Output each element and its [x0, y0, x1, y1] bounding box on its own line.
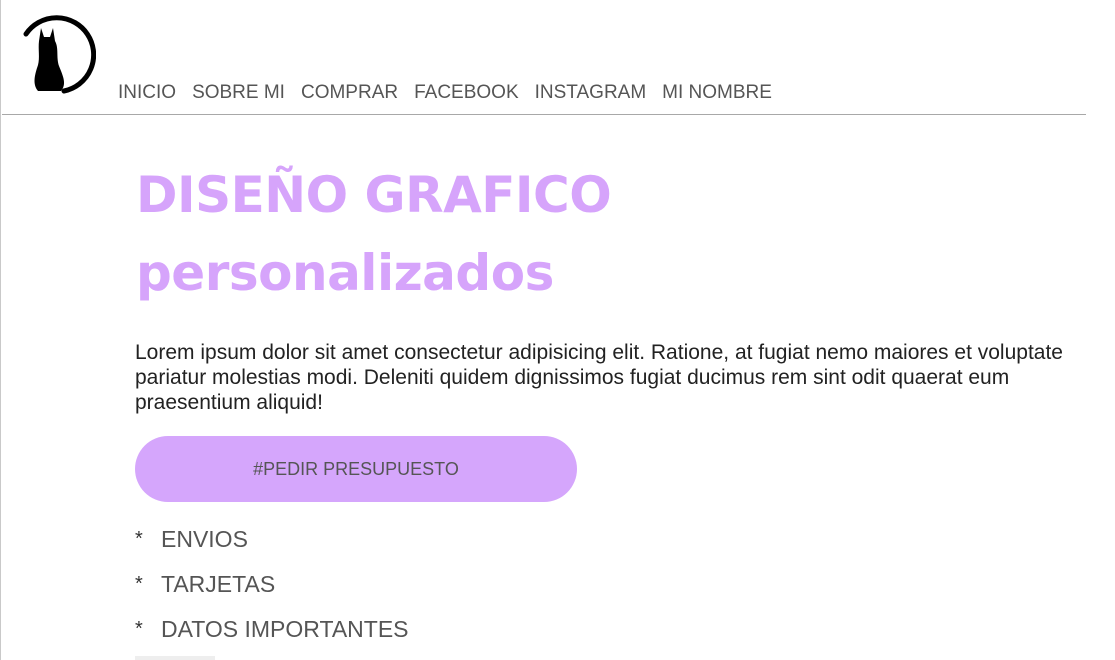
nav-link-sobre-mi[interactable]: SOBRE MI [192, 82, 285, 104]
nav-link-facebook[interactable]: FACEBOOK [414, 82, 519, 104]
request-quote-button[interactable]: #PEDIR PRESUPUESTO [135, 436, 577, 502]
hero-description: Lorem ipsum dolor sit amet consectetur a… [135, 341, 1063, 414]
link-tarjetas[interactable]: TARJETAS [161, 571, 275, 598]
partially-visible-element [135, 656, 215, 660]
list-bullet: * [135, 618, 143, 640]
nav-link-comprar[interactable]: COMPRAR [301, 82, 398, 104]
nav-link-inicio[interactable]: INICIO [118, 82, 176, 104]
nav-link-mi-nombre[interactable]: MI NOMBRE [662, 82, 772, 104]
list-item-envios: * ENVIOS [135, 517, 409, 562]
nav-link-instagram[interactable]: INSTAGRAM [535, 82, 647, 104]
hero-title: DISEÑO GRAFICO personalizados [136, 156, 612, 312]
site-header: INICIO SOBRE MI COMPRAR FACEBOOK INSTAGR… [0, 0, 1115, 114]
page: INICIO SOBRE MI COMPRAR FACEBOOK INSTAGR… [0, 0, 1115, 660]
main-nav: INICIO SOBRE MI COMPRAR FACEBOOK INSTAGR… [118, 82, 772, 104]
cat-moon-logo-icon[interactable] [12, 4, 96, 98]
list-bullet: * [135, 573, 143, 595]
link-envios[interactable]: ENVIOS [161, 526, 248, 553]
list-bullet: * [135, 528, 143, 550]
info-links-list: * ENVIOS * TARJETAS * DATOS IMPORTANTES [135, 517, 409, 652]
hero-title-line-2: personalizados [136, 244, 554, 302]
hero-title-line-1: DISEÑO GRAFICO [136, 166, 612, 224]
list-item-tarjetas: * TARJETAS [135, 562, 409, 607]
link-datos-importantes[interactable]: DATOS IMPORTANTES [161, 616, 409, 643]
list-item-datos-importantes: * DATOS IMPORTANTES [135, 607, 409, 652]
header-divider [2, 114, 1086, 115]
